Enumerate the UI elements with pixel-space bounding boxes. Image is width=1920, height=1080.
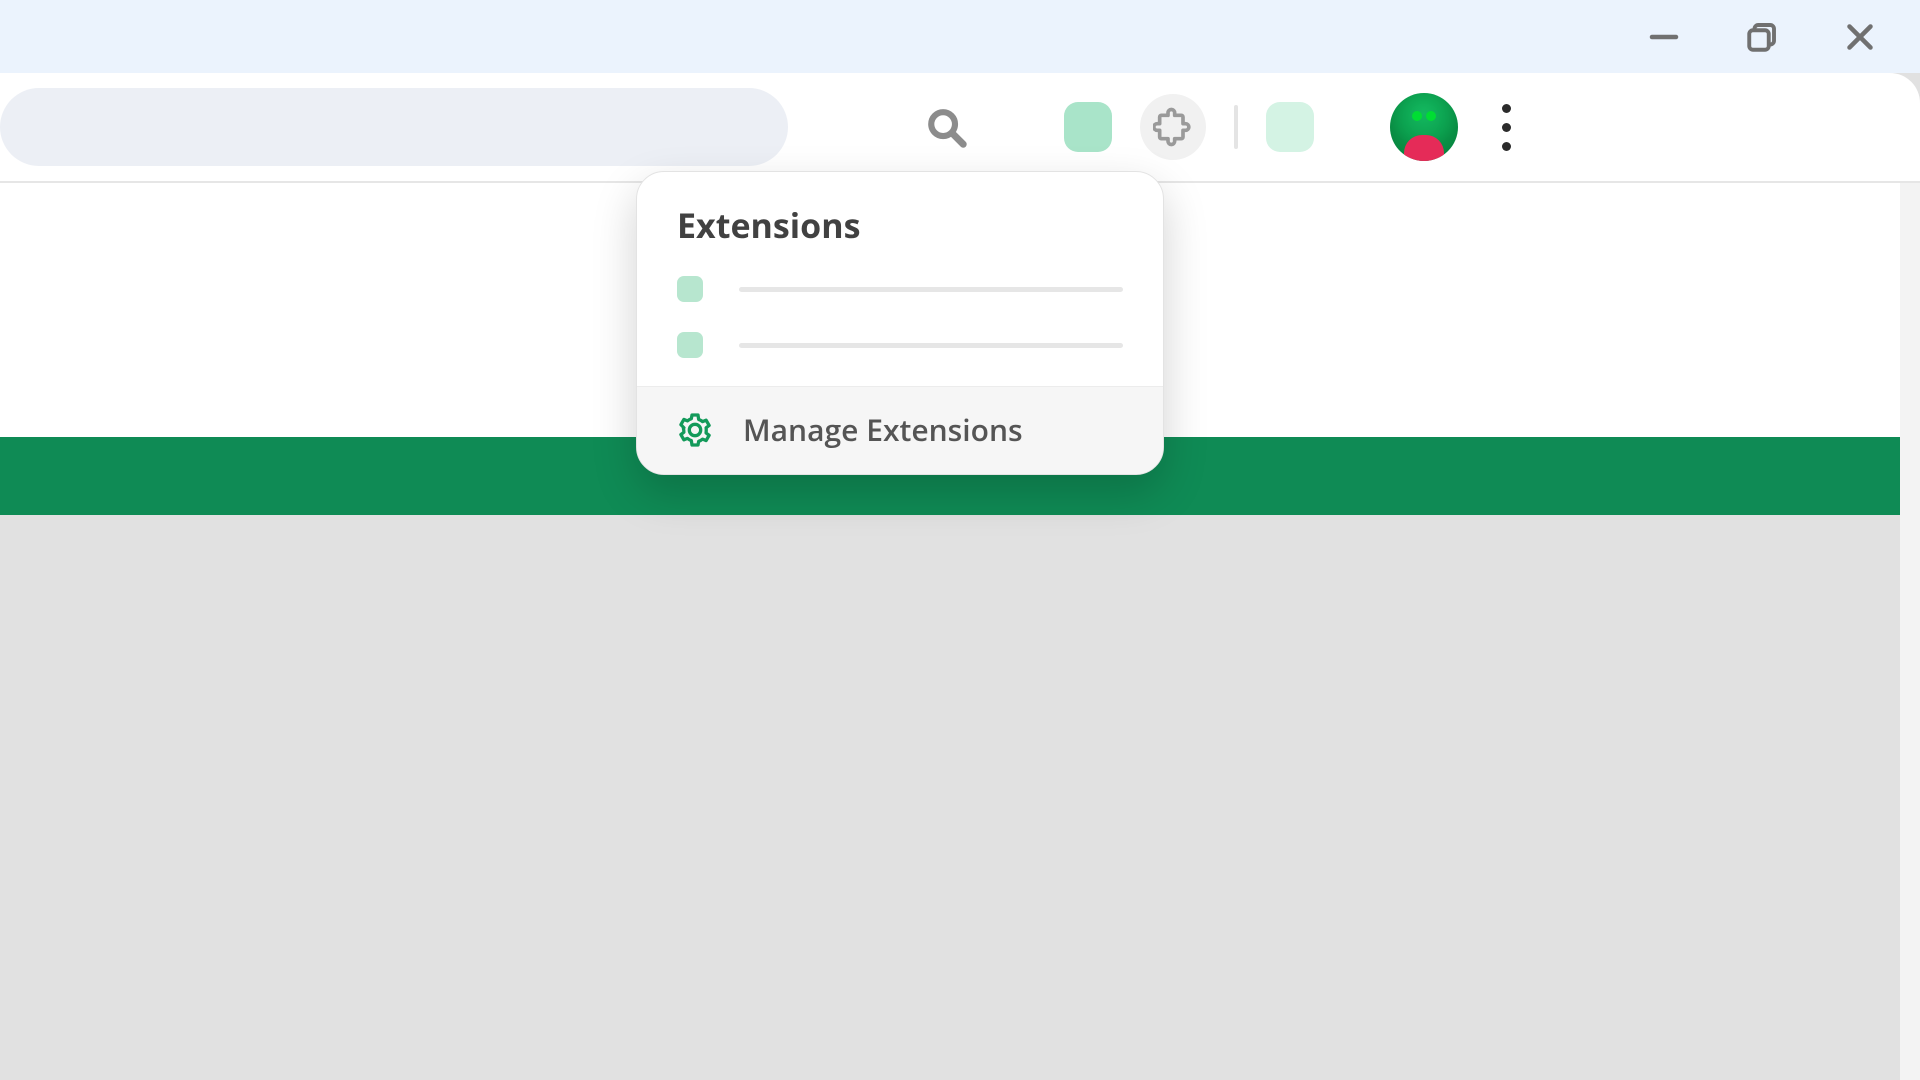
browser-toolbar xyxy=(0,73,1920,183)
puzzle-icon xyxy=(1153,107,1193,147)
manage-extensions-label: Manage Extensions xyxy=(743,409,1023,450)
extension-item-icon xyxy=(677,276,703,302)
maximize-icon xyxy=(1744,19,1780,55)
extensions-menu-button[interactable] xyxy=(1140,94,1206,160)
kebab-dot-icon xyxy=(1502,142,1511,151)
window-maximize-button[interactable] xyxy=(1742,17,1782,57)
window-minimize-button[interactable] xyxy=(1644,17,1684,57)
kebab-dot-icon xyxy=(1502,104,1511,113)
address-bar[interactable] xyxy=(0,88,788,166)
extension-item-icon xyxy=(677,332,703,358)
window-close-button[interactable] xyxy=(1840,17,1880,57)
browser-menu-button[interactable] xyxy=(1486,97,1526,157)
profile-avatar-button[interactable] xyxy=(1390,93,1458,161)
extensions-dropdown: Extensions Manage Extensions xyxy=(636,171,1164,475)
close-icon xyxy=(1842,19,1878,55)
extensions-dropdown-title: Extensions xyxy=(637,172,1163,270)
manage-extensions-button[interactable]: Manage Extensions xyxy=(637,386,1163,474)
extension-item[interactable] xyxy=(677,332,1123,358)
scrollbar-track[interactable] xyxy=(1900,183,1920,1080)
window-titlebar xyxy=(0,0,1920,73)
toolbar-separator xyxy=(1234,105,1238,149)
extension-chip-2[interactable] xyxy=(1266,102,1314,152)
kebab-dot-icon xyxy=(1502,123,1511,132)
extension-item-label-placeholder xyxy=(739,287,1123,292)
gear-icon xyxy=(677,412,713,448)
search-button[interactable] xyxy=(914,95,978,159)
extension-item[interactable] xyxy=(677,276,1123,302)
extension-item-label-placeholder xyxy=(739,343,1123,348)
extensions-list xyxy=(637,270,1163,386)
minimize-icon xyxy=(1646,19,1682,55)
search-icon xyxy=(923,104,969,150)
extension-chip-1[interactable] xyxy=(1064,102,1112,152)
